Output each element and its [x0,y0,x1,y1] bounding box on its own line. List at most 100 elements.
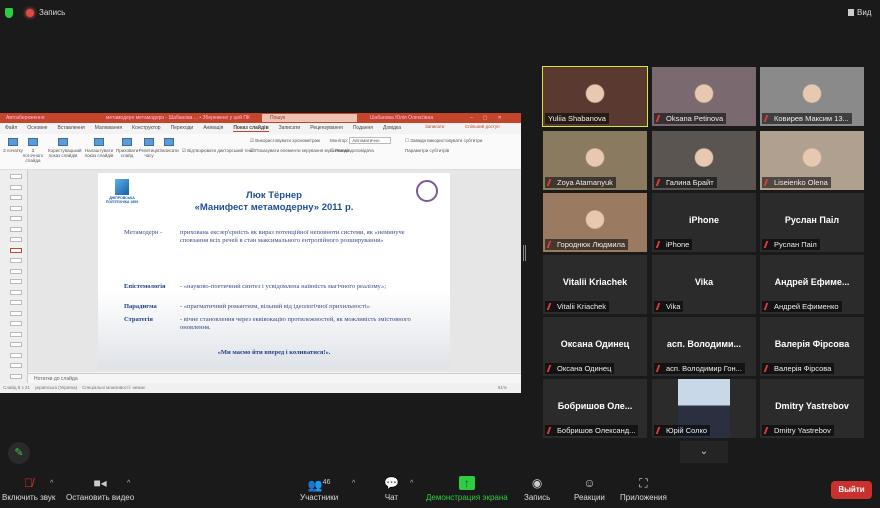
participant-tile[interactable]: асп. Володими... асп. Володимир Гон... [652,317,756,376]
slide-thumbnail[interactable] [10,268,22,274]
participant-tile[interactable]: Бобришов Оле... Бобришов Олександ... [543,379,647,438]
slide-thumbnail[interactable] [10,184,22,190]
slide-thumbnail[interactable] [10,247,22,253]
slide-thumbnail[interactable] [10,289,22,295]
setup-show-button[interactable]: Налаштувати показ слайдів [84,138,114,158]
share-access-button[interactable]: Спільний доступ [465,124,500,129]
ppt-menu-item[interactable]: Подання [353,125,373,131]
participant-tile[interactable]: Oksana Petinova [652,67,756,126]
window-controls[interactable]: –▢✕ [470,113,512,123]
slide-thumbnail[interactable] [10,258,22,263]
resize-handle[interactable] [523,245,526,261]
participant-tile[interactable]: Vitalii Kriachek Vitalii Kriachek [543,255,647,314]
participant-tile[interactable]: Оксана Одинец Оксана Одинец [543,317,647,376]
participant-name: Vitalii Kriachek [557,302,607,311]
record-button[interactable]: Записати [158,138,180,153]
participant-tile[interactable]: Андрей Ефиме... Андрей Ефименко [760,255,864,314]
ppt-menu-item[interactable]: Основне [27,125,47,131]
audio-options-caret[interactable]: ^ [50,480,53,487]
ribbon: З початку З поточного слайда Користуваць… [0,124,521,170]
participant-name-label: Vitalii Kriachek [545,301,610,312]
annotate-pencil-icon[interactable]: ✎ [8,442,30,464]
slide-thumbnail[interactable] [10,205,22,211]
timings-checkbox[interactable]: ☑ Використовувати хронометраж [250,138,320,144]
unmute-button[interactable]: 🎙̸ Включить звук [2,476,55,502]
slide-thumbnail[interactable] [10,226,22,232]
participant-name-label: Андрей Ефименко [762,301,842,312]
rehearse-button[interactable]: Репетиція часу [138,138,160,158]
hide-slide-button[interactable]: Приховати слайд [116,138,138,158]
slide-thumbnail[interactable] [10,216,22,221]
participant-tile[interactable]: Юрій Солко [652,379,756,438]
ppt-menu-item[interactable]: Переходи [171,125,194,131]
next-page-button[interactable]: ⌄ [680,441,728,463]
slide-thumbnail[interactable] [10,352,22,358]
slide-thumbnail[interactable] [10,342,22,347]
ppt-menu-item[interactable]: Файл [5,125,17,131]
slide-thumbnail[interactable] [10,300,22,305]
status-bar: Слайд 8 з 21 українська (Україна) Спеціа… [0,383,521,393]
narration-checkbox[interactable]: ☑ Відтворювати дикторський текст [182,148,255,154]
record-button[interactable]: ◉ Запись [524,476,550,502]
participant-tile[interactable]: Галина Брайт [652,131,756,190]
chat-caret[interactable]: ^ [410,480,413,487]
participants-button[interactable]: 👥46 Участники [300,476,338,502]
video-options-caret[interactable]: ^ [127,480,130,487]
participant-tile[interactable]: Vika Vika [652,255,756,314]
slide-thumbnail[interactable] [10,373,22,379]
slide-thumbnail[interactable] [10,321,22,326]
slide-thumbnail[interactable] [10,237,22,242]
slide-thumbnails[interactable] [0,170,28,383]
slide-thumbnail[interactable] [10,279,22,284]
leave-button[interactable]: Выйти [831,481,872,499]
participant-tile[interactable]: Валерія Фірсова Валерія Фірсова [760,317,864,376]
participant-tile[interactable]: Ковирев Максим 13... [760,67,864,126]
slide-thumbnail[interactable] [10,174,22,179]
slide-thumbnail[interactable] [10,195,22,200]
muted-mic-icon [763,179,773,186]
from-current-button[interactable]: З поточного слайда [22,138,44,163]
autosave-toggle[interactable]: Автозбереження [6,115,45,121]
slide-thumbnail[interactable] [10,331,22,337]
custom-show-button[interactable]: Користувацький показ слайдів [48,138,82,158]
monitor-select[interactable]: Монітор: Автоматично [330,137,391,144]
participant-tile[interactable]: Dmitry Yastrebov Dmitry Yastrebov [760,379,864,438]
participant-tile[interactable]: Городнюк Людмила [543,193,647,252]
ppt-record-button[interactable]: Записати [425,124,444,129]
ppt-menu-item[interactable]: Довідка [383,125,401,131]
reactions-button[interactable]: ☺ Реакции [574,476,605,502]
participant-tile[interactable]: Liseienko Olena [760,131,864,190]
ppt-menu-item[interactable]: Показ слайдів [233,125,269,132]
share-screen-button[interactable]: ↑ Демонстрация экрана [426,476,508,502]
search-input[interactable]: Пошук [262,114,357,122]
slide-thumbnail[interactable] [10,310,22,316]
participant-tile[interactable]: Yuliia Shabanova [542,66,648,127]
notes-pane[interactable]: Нотатки до слайда [28,373,521,383]
security-shield-icon[interactable] [5,8,13,18]
apps-button[interactable]: ⛶ Приложения [620,476,667,502]
ppt-menu-item[interactable]: Рецензування [310,125,343,131]
subtitle-settings[interactable]: Параметри субтитрів [405,148,449,153]
participants-caret[interactable]: ^ [352,480,355,487]
from-start-button[interactable]: З початку [2,138,24,153]
ppt-menu-item[interactable]: Анімація [203,125,223,131]
participant-name-label: Yuliia Shabanova [545,113,609,124]
view-button[interactable]: Вид [848,8,871,17]
muted-mic-icon [655,241,665,248]
chat-button[interactable]: 💬 Чат [384,476,399,502]
ppt-menu-item[interactable]: Конструктор [132,125,161,131]
presenter-view-checkbox[interactable]: ☐ Режим доповідача [330,148,374,154]
participant-display-name: асп. Володими... [666,339,742,349]
ppt-menu-item[interactable]: Малювання [95,125,122,131]
participant-tile[interactable]: Zoya Atamanyuk [543,131,647,190]
muted-mic-icon [655,179,665,186]
slide-thumbnail[interactable] [10,363,22,368]
zoom-level[interactable]: 61% [498,383,507,393]
subtitles-checkbox[interactable]: ☐ Завжди використовувати субтитри [405,138,482,144]
participant-tile[interactable]: Руслан Паіл Руслан Паіл [760,193,864,252]
stop-video-button[interactable]: ■◂ Остановить видео [66,476,134,502]
participant-name: Zoya Atamanyuk [557,178,613,187]
ppt-menu-item[interactable]: Вставлення [57,125,84,131]
participant-tile[interactable]: iPhone iPhone [652,193,756,252]
ppt-menu-item[interactable]: Записати [279,125,301,131]
